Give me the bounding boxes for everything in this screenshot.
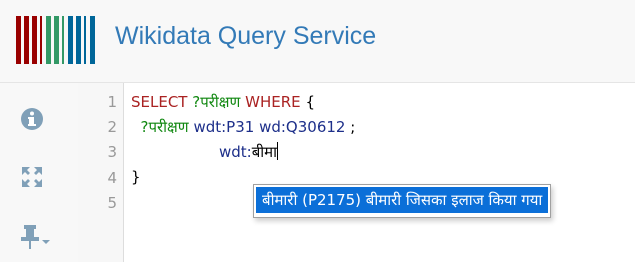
text-cursor xyxy=(277,142,279,160)
close-brace: } xyxy=(131,168,141,186)
line-number: 1 xyxy=(107,93,117,111)
variable: ?परीक्षण xyxy=(140,118,189,136)
app-title[interactable]: Wikidata Query Service xyxy=(115,22,376,51)
variable: ?परीक्षण xyxy=(192,93,241,111)
fullscreen-button[interactable] xyxy=(20,165,44,189)
editor-toolbar xyxy=(0,83,78,262)
pin-dropdown-button[interactable] xyxy=(20,223,54,251)
chevron-down-icon xyxy=(42,240,50,244)
autocomplete-popup: बीमारी (P2175) बीमारी जिसका इलाज किया गय… xyxy=(253,184,552,218)
pin-icon xyxy=(21,225,50,249)
open-brace: { xyxy=(305,93,315,111)
code-line-1[interactable]: SELECT ?परीक्षण WHERE { xyxy=(131,92,315,112)
wikidata-logo[interactable] xyxy=(16,16,97,64)
info-button[interactable] xyxy=(20,107,44,131)
info-icon xyxy=(21,108,43,130)
line-number-gutter: 1 2 3 4 5 xyxy=(78,83,124,262)
keyword-where: WHERE xyxy=(245,93,301,111)
typed-text: बीमा xyxy=(251,143,278,161)
separator: ; xyxy=(350,118,356,136)
query-editor[interactable]: 1 2 3 4 5 SELECT ?परीक्षण WHERE { ?परीक्… xyxy=(78,83,635,262)
fullscreen-icon xyxy=(22,167,42,187)
keyword-select: SELECT xyxy=(131,93,188,111)
autocomplete-option[interactable]: बीमारी (P2175) बीमारी जिसका इलाज किया गय… xyxy=(256,187,549,213)
property-term: wdt:P31 xyxy=(193,118,255,136)
code-line-3[interactable]: wdt:बीमा xyxy=(219,142,279,162)
code-line-4[interactable]: } xyxy=(131,168,141,186)
line-number: 4 xyxy=(107,169,117,187)
item-term: wd:Q30612 xyxy=(259,118,346,136)
line-number: 5 xyxy=(107,194,117,212)
app-header: Wikidata Query Service xyxy=(0,0,635,83)
prefix-term: wdt: xyxy=(219,143,252,161)
line-number: 3 xyxy=(107,143,117,161)
code-line-2[interactable]: ?परीक्षण wdt:P31 wd:Q30612 ; xyxy=(131,117,356,137)
line-number: 2 xyxy=(107,118,117,136)
